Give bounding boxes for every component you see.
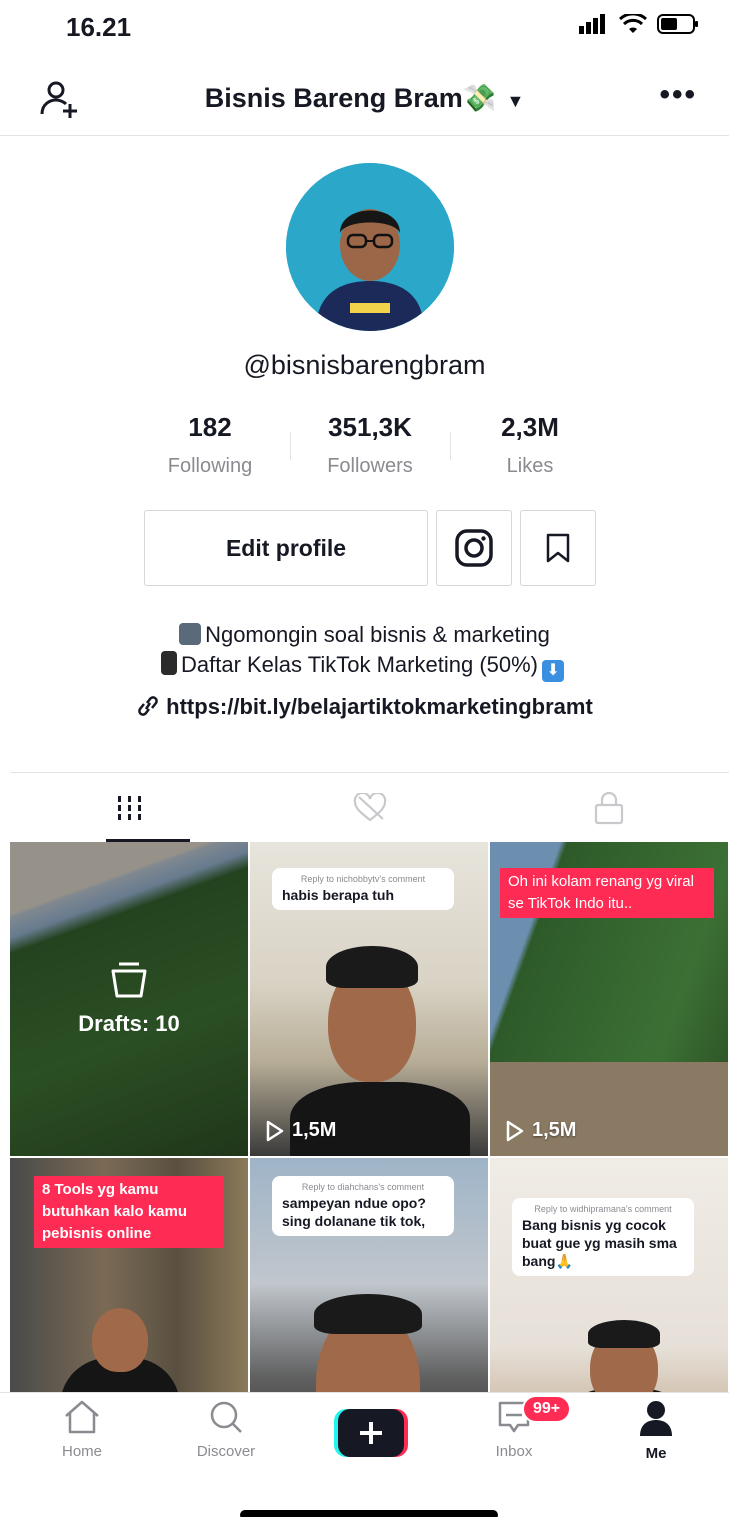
video-caption: 8 Tools yg kamu butuhkan kalo kamu pebis…: [34, 1176, 224, 1248]
stat-likes[interactable]: 2,3M Likes: [450, 412, 610, 478]
bottom-tab-bar: Home Discover Inbox 99+ Me: [0, 1392, 729, 1482]
tab-private[interactable]: [489, 773, 729, 842]
reply-text: Bang bisnis yg cocok buat gue yg masih s…: [522, 1217, 677, 1269]
play-icon: [266, 1120, 284, 1141]
search-icon: [210, 1401, 242, 1433]
tab-label: Inbox: [495, 1443, 533, 1460]
account-switcher[interactable]: Bisnis Bareng Bram💸 ▼: [0, 82, 729, 114]
reply-bubble: Reply to nichobbytv's comment habis bera…: [272, 868, 454, 910]
stat-label: Followers: [327, 455, 413, 477]
profile-bio: Ngomongin soal bisnis & marketing Daftar…: [0, 620, 729, 682]
profile-icon: [640, 1401, 672, 1436]
reply-bubble: Reply to diahchans's comment sampeyan nd…: [272, 1176, 454, 1236]
tab-discover[interactable]: Discover: [176, 1399, 276, 1460]
profile-tabs: [10, 772, 729, 842]
more-options-icon[interactable]: •••: [659, 78, 697, 112]
stat-followers[interactable]: 351,3K Followers: [290, 412, 450, 478]
status-icons: [579, 14, 699, 34]
create-video-button[interactable]: [334, 1409, 408, 1457]
video-tile[interactable]: Reply to nichobbytv's comment habis bera…: [250, 842, 488, 1156]
inbox-badge: 99+: [522, 1395, 572, 1423]
reply-to-label: Reply to nichobbytv's comment: [300, 874, 426, 884]
stat-label: Following: [167, 455, 253, 477]
tab-liked[interactable]: [250, 773, 490, 842]
video-grid: Drafts: 10 Reply to nichobbytv's comment…: [10, 842, 729, 1472]
person-shape: [314, 1294, 422, 1334]
avatar[interactable]: [286, 163, 454, 331]
home-icon: [65, 1400, 99, 1434]
bio-line: Ngomongin soal bisnis & marketing: [0, 620, 729, 650]
wifi-icon: [619, 14, 647, 33]
stat-value: 182: [188, 412, 232, 442]
stat-value: 2,3M: [501, 412, 559, 442]
tab-me[interactable]: Me: [606, 1399, 706, 1462]
lock-icon: [595, 791, 624, 824]
profile-header: Bisnis Bareng Bram💸 ▼ •••: [0, 60, 729, 136]
profile-stats: 182 Following 351,3K Followers 2,3M Like…: [130, 412, 610, 478]
reply-text: sampeyan ndue opo? sing dolanane tik tok…: [282, 1195, 426, 1229]
play-icon: [506, 1120, 524, 1141]
stat-following[interactable]: 182 Following: [130, 412, 290, 478]
person-shape: [588, 1320, 660, 1348]
drafts-overlay: Drafts: 10: [10, 842, 248, 1156]
battery-icon: [657, 14, 698, 34]
technologist-emoji-icon: [179, 623, 202, 645]
reply-bubble: Reply to widhipramana's comment Bang bis…: [512, 1198, 694, 1276]
favorites-button[interactable]: [520, 510, 596, 586]
home-indicator: [240, 1510, 498, 1517]
grid-icon: [117, 795, 141, 820]
profile-actions: Edit profile: [144, 510, 596, 586]
instagram-icon: [455, 529, 493, 567]
liked-hidden-icon: [353, 792, 386, 821]
reply-to-label: Reply to diahchans's comment: [301, 1182, 425, 1192]
tab-videos[interactable]: [10, 773, 250, 842]
instagram-button[interactable]: [436, 510, 512, 586]
video-tile[interactable]: Oh ini kolam renang yg viral se TikTok I…: [490, 842, 728, 1156]
bio-line: Daftar Kelas TikTok Marketing (50%) ⬇: [0, 650, 729, 682]
link-icon: [138, 696, 158, 716]
stat-value: 351,3K: [328, 412, 412, 442]
reply-text: habis berapa tuh: [282, 887, 395, 903]
header-title: Bisnis Bareng Bram💸: [204, 83, 497, 113]
stat-label: Likes: [506, 455, 554, 477]
status-bar: 16.21: [0, 0, 729, 50]
stat-divider: [450, 432, 451, 460]
down-arrow-emoji-icon: ⬇: [542, 660, 565, 682]
tab-home[interactable]: Home: [32, 1399, 132, 1460]
person-shape: [92, 1308, 148, 1372]
video-caption: Oh ini kolam renang yg viral se TikTok I…: [500, 868, 714, 918]
tab-label: Me: [645, 1445, 667, 1462]
caret-down-icon: ▼: [506, 91, 525, 111]
bookmark-icon: [546, 533, 570, 563]
phone-emoji-icon: [160, 651, 177, 675]
drafts-icon: [111, 962, 147, 998]
profile-link[interactable]: https://bit.ly/belajartiktokmarketingbra…: [0, 694, 729, 720]
person-shape: [326, 946, 418, 988]
view-count: 1,5M: [506, 1119, 576, 1142]
signal-icon: [579, 14, 605, 34]
view-count: 1,5M: [266, 1119, 336, 1142]
status-time: 16.21: [66, 12, 132, 42]
reply-to-label: Reply to widhipramana's comment: [534, 1204, 672, 1214]
edit-profile-button[interactable]: Edit profile: [144, 510, 428, 586]
drafts-count: Drafts: 10: [78, 1011, 180, 1036]
profile-username: @bisnisbarengbram: [243, 350, 486, 380]
drafts-tile[interactable]: Drafts: 10: [10, 842, 248, 1156]
tab-label: Home: [61, 1443, 102, 1460]
stat-divider: [290, 432, 291, 460]
tab-label: Discover: [196, 1443, 256, 1460]
